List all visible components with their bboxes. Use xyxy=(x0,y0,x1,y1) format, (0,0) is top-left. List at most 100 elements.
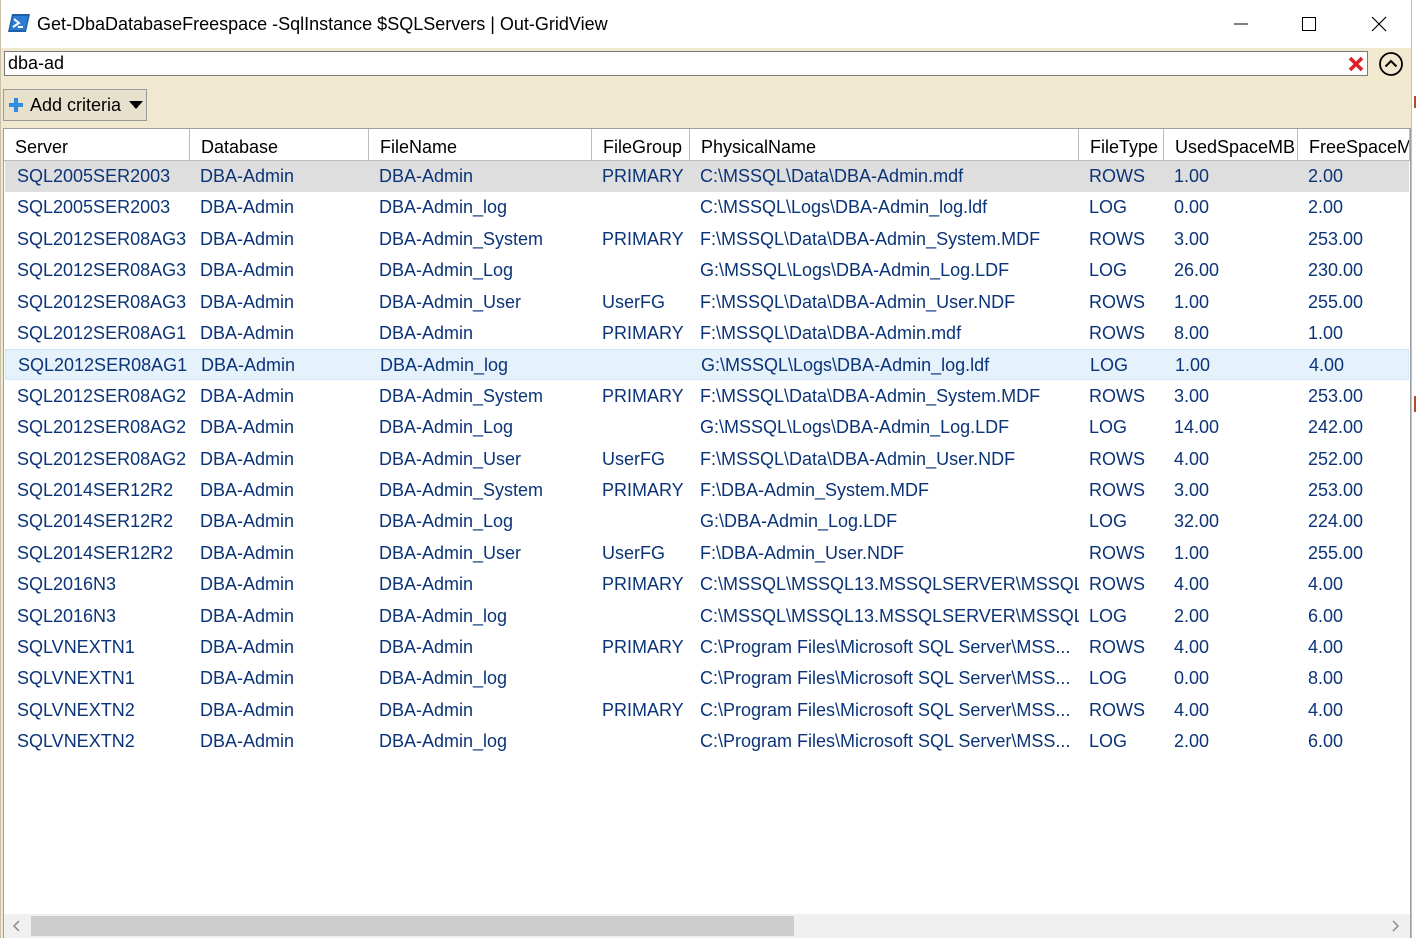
scroll-left-icon[interactable] xyxy=(12,920,22,932)
title-bar[interactable]: Get-DbaDatabaseFreespace -SqlInstance $S… xyxy=(1,0,1411,48)
cell-physicalname: F:\MSSQL\Data\DBA-Admin_System.MDF xyxy=(700,385,1041,406)
cell-filetype: LOG xyxy=(1089,668,1128,689)
cell-usedspacemb: 14.00 xyxy=(1174,417,1220,438)
cell-server: SQL2012SER08AG2 xyxy=(17,448,187,469)
clear-filter-icon[interactable] xyxy=(1346,54,1366,74)
cell-freespacem: 4.00 xyxy=(1308,574,1344,595)
close-button[interactable] xyxy=(1351,0,1407,48)
table-row[interactable]: SQL2012SER08AG1 DBA-Admin DBA-Admin PRIMARY… xyxy=(5,318,1409,349)
cell-filegroup: UserFG xyxy=(602,291,665,312)
column-header-freespacem[interactable]: FreeSpaceM xyxy=(1298,129,1410,161)
cell-usedspacemb: 4.00 xyxy=(1174,574,1210,595)
table-row[interactable]: SQL2012SER08AG2 DBA-Admin DBA-Admin_User Us… xyxy=(5,444,1409,475)
cell-database: DBA-Admin xyxy=(200,511,295,532)
column-header-physicalname[interactable]: PhysicalName xyxy=(690,129,1079,161)
cell-freespacem: 2.00 xyxy=(1308,166,1344,186)
cell-filename: DBA-Admin xyxy=(379,166,474,186)
column-header-filegroup[interactable]: FileGroup xyxy=(592,129,690,161)
table-row[interactable]: SQLVNEXTN2 DBA-Admin DBA-Admin PRIMARY C:\Pr… xyxy=(5,695,1409,726)
table-row[interactable]: SQLVNEXTN1 DBA-Admin DBA-Admin_log C:\Progr… xyxy=(5,663,1409,694)
cell-physicalname: C:\Program Files\Microsoft SQL Server\MS… xyxy=(700,637,1071,657)
cell-database: DBA-Admin xyxy=(201,355,296,376)
cell-freespacem: 4.00 xyxy=(1308,699,1344,720)
cell-filetype: LOG xyxy=(1089,511,1128,532)
cell-database: DBA-Admin xyxy=(200,291,295,312)
minimize-button[interactable] xyxy=(1213,0,1269,48)
cell-filegroup: PRIMARY xyxy=(602,385,684,406)
cell-freespacem: 253.00 xyxy=(1308,480,1364,500)
table-row[interactable]: SQL2014SER12R2 DBA-Admin DBA-Admin_User Use… xyxy=(5,538,1409,569)
cell-filetype: LOG xyxy=(1089,197,1128,218)
close-icon xyxy=(1371,16,1387,32)
cell-physicalname: F:\DBA-Admin_System.MDF xyxy=(700,480,930,500)
table-row[interactable]: SQLVNEXTN1 DBA-Admin DBA-Admin PRIMARY C:\Pr… xyxy=(5,632,1409,663)
table-row[interactable]: SQL2012SER08AG3 DBA-Admin DBA-Admin_User Us… xyxy=(5,287,1409,318)
table-row[interactable]: SQL2012SER08AG2 DBA-Admin DBA-Admin_Log G:\… xyxy=(5,412,1409,443)
cell-physicalname: C:\MSSQL\Logs\DBA-Admin_log.ldf xyxy=(700,197,988,218)
cell-freespacem: 242.00 xyxy=(1308,417,1364,438)
cell-filegroup xyxy=(602,255,690,286)
add-criteria-button[interactable]: Add criteria xyxy=(3,89,147,121)
scroll-right-icon[interactable] xyxy=(1390,920,1400,932)
column-header-filetype[interactable]: FileType xyxy=(1079,129,1164,161)
cell-filegroup xyxy=(602,601,690,632)
cell-database: DBA-Admin xyxy=(200,385,295,406)
cell-usedspacemb: 4.00 xyxy=(1174,637,1210,657)
cell-usedspacemb: 0.00 xyxy=(1174,197,1210,218)
table-row[interactable]: SQL2012SER08AG2 DBA-Admin DBA-Admin_System… xyxy=(5,381,1409,412)
cell-filetype: LOG xyxy=(1089,731,1128,752)
cell-filegroup xyxy=(602,663,690,694)
edge-mark xyxy=(1414,396,1416,412)
horizontal-scrollbar[interactable] xyxy=(4,914,1410,938)
scrollbar-thumb[interactable] xyxy=(31,916,794,936)
maximize-button[interactable] xyxy=(1281,0,1337,48)
column-header-database[interactable]: Database xyxy=(190,129,369,161)
table-row[interactable]: SQL2012SER08AG1 DBA-Admin DBA-Admin_log G:\… xyxy=(5,349,1409,381)
table-row[interactable]: SQLVNEXTN2 DBA-Admin DBA-Admin_log C:\Progr… xyxy=(5,726,1409,757)
cell-database: DBA-Admin xyxy=(200,480,295,500)
table-row[interactable]: SQL2005SER2003 DBA-Admin DBA-Admin_log C:\M… xyxy=(5,192,1409,223)
column-header-filename[interactable]: FileName xyxy=(369,129,592,161)
cell-database: DBA-Admin xyxy=(200,197,295,218)
cell-filetype: ROWS xyxy=(1089,291,1145,312)
cell-filetype: ROWS xyxy=(1089,385,1145,406)
cell-filegroup: PRIMARY xyxy=(602,480,684,500)
cell-filegroup xyxy=(603,350,691,381)
table-row[interactable]: SQL2005SER2003 DBA-Admin DBA-Admin PRIMARY C… xyxy=(5,161,1409,192)
cell-filename: DBA-Admin xyxy=(379,323,474,343)
table-row[interactable]: SQL2016N3 DBA-Admin DBA-Admin_log C:\MSSQL\… xyxy=(5,601,1409,632)
cell-filename: DBA-Admin_Log xyxy=(379,417,514,438)
chevron-up-circle-icon[interactable] xyxy=(1378,51,1404,77)
cell-server: SQL2012SER08AG1 xyxy=(17,323,187,343)
results-grid[interactable]: Server Database FileName FileGroup PhysicalN… xyxy=(3,128,1411,938)
cell-usedspacemb: 3.00 xyxy=(1174,385,1210,406)
table-row[interactable]: SQL2014SER12R2 DBA-Admin DBA-Admin_Log G:\D… xyxy=(5,506,1409,537)
table-row[interactable]: SQL2012SER08AG3 DBA-Admin DBA-Admin_System… xyxy=(5,224,1409,255)
cell-physicalname: C:\Program Files\Microsoft SQL Server\MS… xyxy=(700,731,1071,752)
window-title: Get-DbaDatabaseFreespace -SqlInstance $S… xyxy=(37,14,608,34)
caret-down-icon xyxy=(129,101,144,109)
cell-filename: DBA-Admin_Log xyxy=(379,260,514,281)
cell-filename: DBA-Admin xyxy=(379,574,474,595)
table-row[interactable]: SQL2016N3 DBA-Admin DBA-Admin PRIMARY C:\MSS… xyxy=(5,569,1409,600)
table-row[interactable]: SQL2014SER12R2 DBA-Admin DBA-Admin_System P… xyxy=(5,475,1409,506)
cell-filename: DBA-Admin_log xyxy=(379,605,508,626)
cell-database: DBA-Admin xyxy=(200,637,295,657)
table-row[interactable]: SQL2012SER08AG3 DBA-Admin DBA-Admin_Log G:\… xyxy=(5,255,1409,286)
cell-filename: DBA-Admin_User xyxy=(379,291,522,312)
cell-server: SQL2014SER12R2 xyxy=(17,542,174,563)
cell-filetype: ROWS xyxy=(1089,699,1145,720)
cell-usedspacemb: 1.00 xyxy=(1174,166,1210,186)
cell-filename: DBA-Admin_Log xyxy=(379,511,514,532)
cell-filegroup: PRIMARY xyxy=(602,323,684,343)
cell-physicalname: F:\MSSQL\Data\DBA-Admin_User.NDF xyxy=(700,448,1016,469)
cell-freespacem: 2.00 xyxy=(1308,197,1344,218)
cell-filename: DBA-Admin_log xyxy=(379,197,508,218)
filter-input[interactable] xyxy=(4,51,1368,76)
cell-physicalname: F:\MSSQL\Data\DBA-Admin_System.MDF xyxy=(700,228,1041,249)
cell-filename: DBA-Admin_System xyxy=(379,228,544,249)
column-header-server[interactable]: Server xyxy=(4,129,190,161)
cell-usedspacemb: 1.00 xyxy=(1175,355,1211,376)
column-header-usedspacemb[interactable]: UsedSpaceMB xyxy=(1164,129,1298,161)
cell-database: DBA-Admin xyxy=(200,228,295,249)
